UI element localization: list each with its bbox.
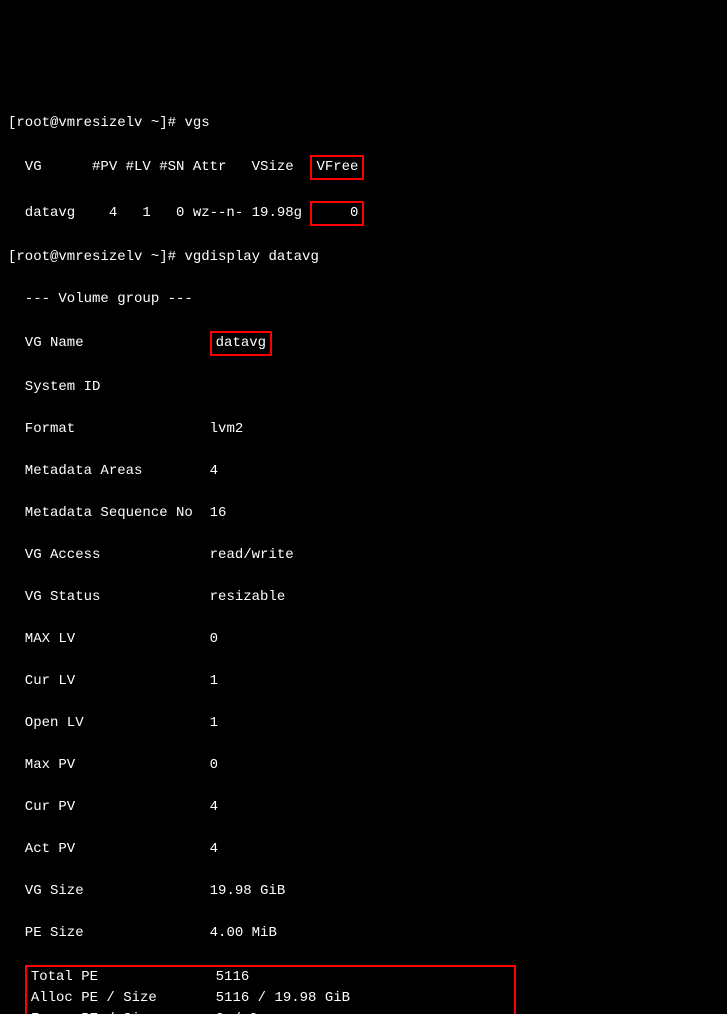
section-header: --- Volume group --- (8, 289, 719, 310)
pe-block-line2: Alloc PE / Size 5116 / 19.98 GiB (31, 990, 350, 1006)
vgs-header: VG #PV #LV #SN Attr VSize (8, 159, 310, 175)
shell-prompt: [root@vmresizelv ~]# (8, 249, 184, 265)
prompt-line-1: [root@vmresizelv ~]# vgs (8, 113, 719, 134)
row-vgaccess: VG Access read/write (8, 545, 719, 566)
label-maxlv: MAX LV (8, 631, 210, 647)
label-curlv: Cur LV (8, 673, 210, 689)
label-openlv: Open LV (8, 715, 210, 731)
row-maxpv: Max PV 0 (8, 755, 719, 776)
label-maxpv: Max PV (8, 757, 210, 773)
command-vgdisplay: vgdisplay datavg (184, 249, 318, 265)
row-vgname: VG Name datavg (8, 331, 719, 356)
label-metaseq: Metadata Sequence No (8, 505, 210, 521)
label-vgaccess: VG Access (8, 547, 210, 563)
label-pesize: PE Size (8, 925, 210, 941)
highlight-pe-block: Total PE 5116 Alloc PE / Size 5116 / 19.… (25, 965, 516, 1014)
label-actpv: Act PV (8, 841, 210, 857)
highlight-vfree-value: 0 (310, 201, 364, 226)
highlight-vfree-header: VFree (310, 155, 364, 180)
row-curlv: Cur LV 1 (8, 671, 719, 692)
row-metaseq: Metadata Sequence No 16 (8, 503, 719, 524)
pe-block-line3: Free PE / Size 0 / 0 (31, 1011, 258, 1014)
value-metaseq: 16 (210, 505, 227, 521)
value-maxlv: 0 (210, 631, 218, 647)
value-vgstatus: resizable (210, 589, 286, 605)
label-vgname: VG Name (8, 335, 210, 351)
label-systemid: System ID (8, 379, 100, 395)
row-openlv: Open LV 1 (8, 713, 719, 734)
terminal-output: [root@vmresizelv ~]# vgs VG #PV #LV #SN … (8, 92, 719, 1014)
value-openlv: 1 (210, 715, 218, 731)
value-vgaccess: read/write (210, 547, 294, 563)
row-metaareas: Metadata Areas 4 (8, 461, 719, 482)
row-curpv: Cur PV 4 (8, 797, 719, 818)
value-metaareas: 4 (210, 463, 218, 479)
row-actpv: Act PV 4 (8, 839, 719, 860)
value-curlv: 1 (210, 673, 218, 689)
label-format: Format (8, 421, 210, 437)
label-vgsize: VG Size (8, 883, 210, 899)
value-pesize: 4.00 MiB (210, 925, 277, 941)
shell-prompt: [root@vmresizelv ~]# (8, 115, 184, 131)
vgs-data-line: datavg 4 1 0 wz--n- 19.98g 0 (8, 201, 719, 226)
value-actpv: 4 (210, 841, 218, 857)
row-vgstatus: VG Status resizable (8, 587, 719, 608)
value-curpv: 4 (210, 799, 218, 815)
pe-block-line1: Total PE 5116 (31, 969, 249, 985)
label-vgstatus: VG Status (8, 589, 210, 605)
value-format: lvm2 (210, 421, 244, 437)
prompt-line-2: [root@vmresizelv ~]# vgdisplay datavg (8, 247, 719, 268)
row-maxlv: MAX LV 0 (8, 629, 719, 650)
row-pesize: PE Size 4.00 MiB (8, 923, 719, 944)
value-vgsize: 19.98 GiB (210, 883, 286, 899)
row-vgsize: VG Size 19.98 GiB (8, 881, 719, 902)
row-pe-block-wrap: Total PE 5116 Alloc PE / Size 5116 / 19.… (8, 965, 719, 1014)
row-systemid: System ID (8, 377, 719, 398)
highlight-vgname: datavg (210, 331, 272, 356)
value-maxpv: 0 (210, 757, 218, 773)
label-metaareas: Metadata Areas (8, 463, 210, 479)
vgs-header-line: VG #PV #LV #SN Attr VSize VFree (8, 155, 719, 180)
command-vgs: vgs (184, 115, 209, 131)
row-format: Format lvm2 (8, 419, 719, 440)
label-curpv: Cur PV (8, 799, 210, 815)
vgs-row: datavg 4 1 0 wz--n- 19.98g (8, 205, 310, 221)
